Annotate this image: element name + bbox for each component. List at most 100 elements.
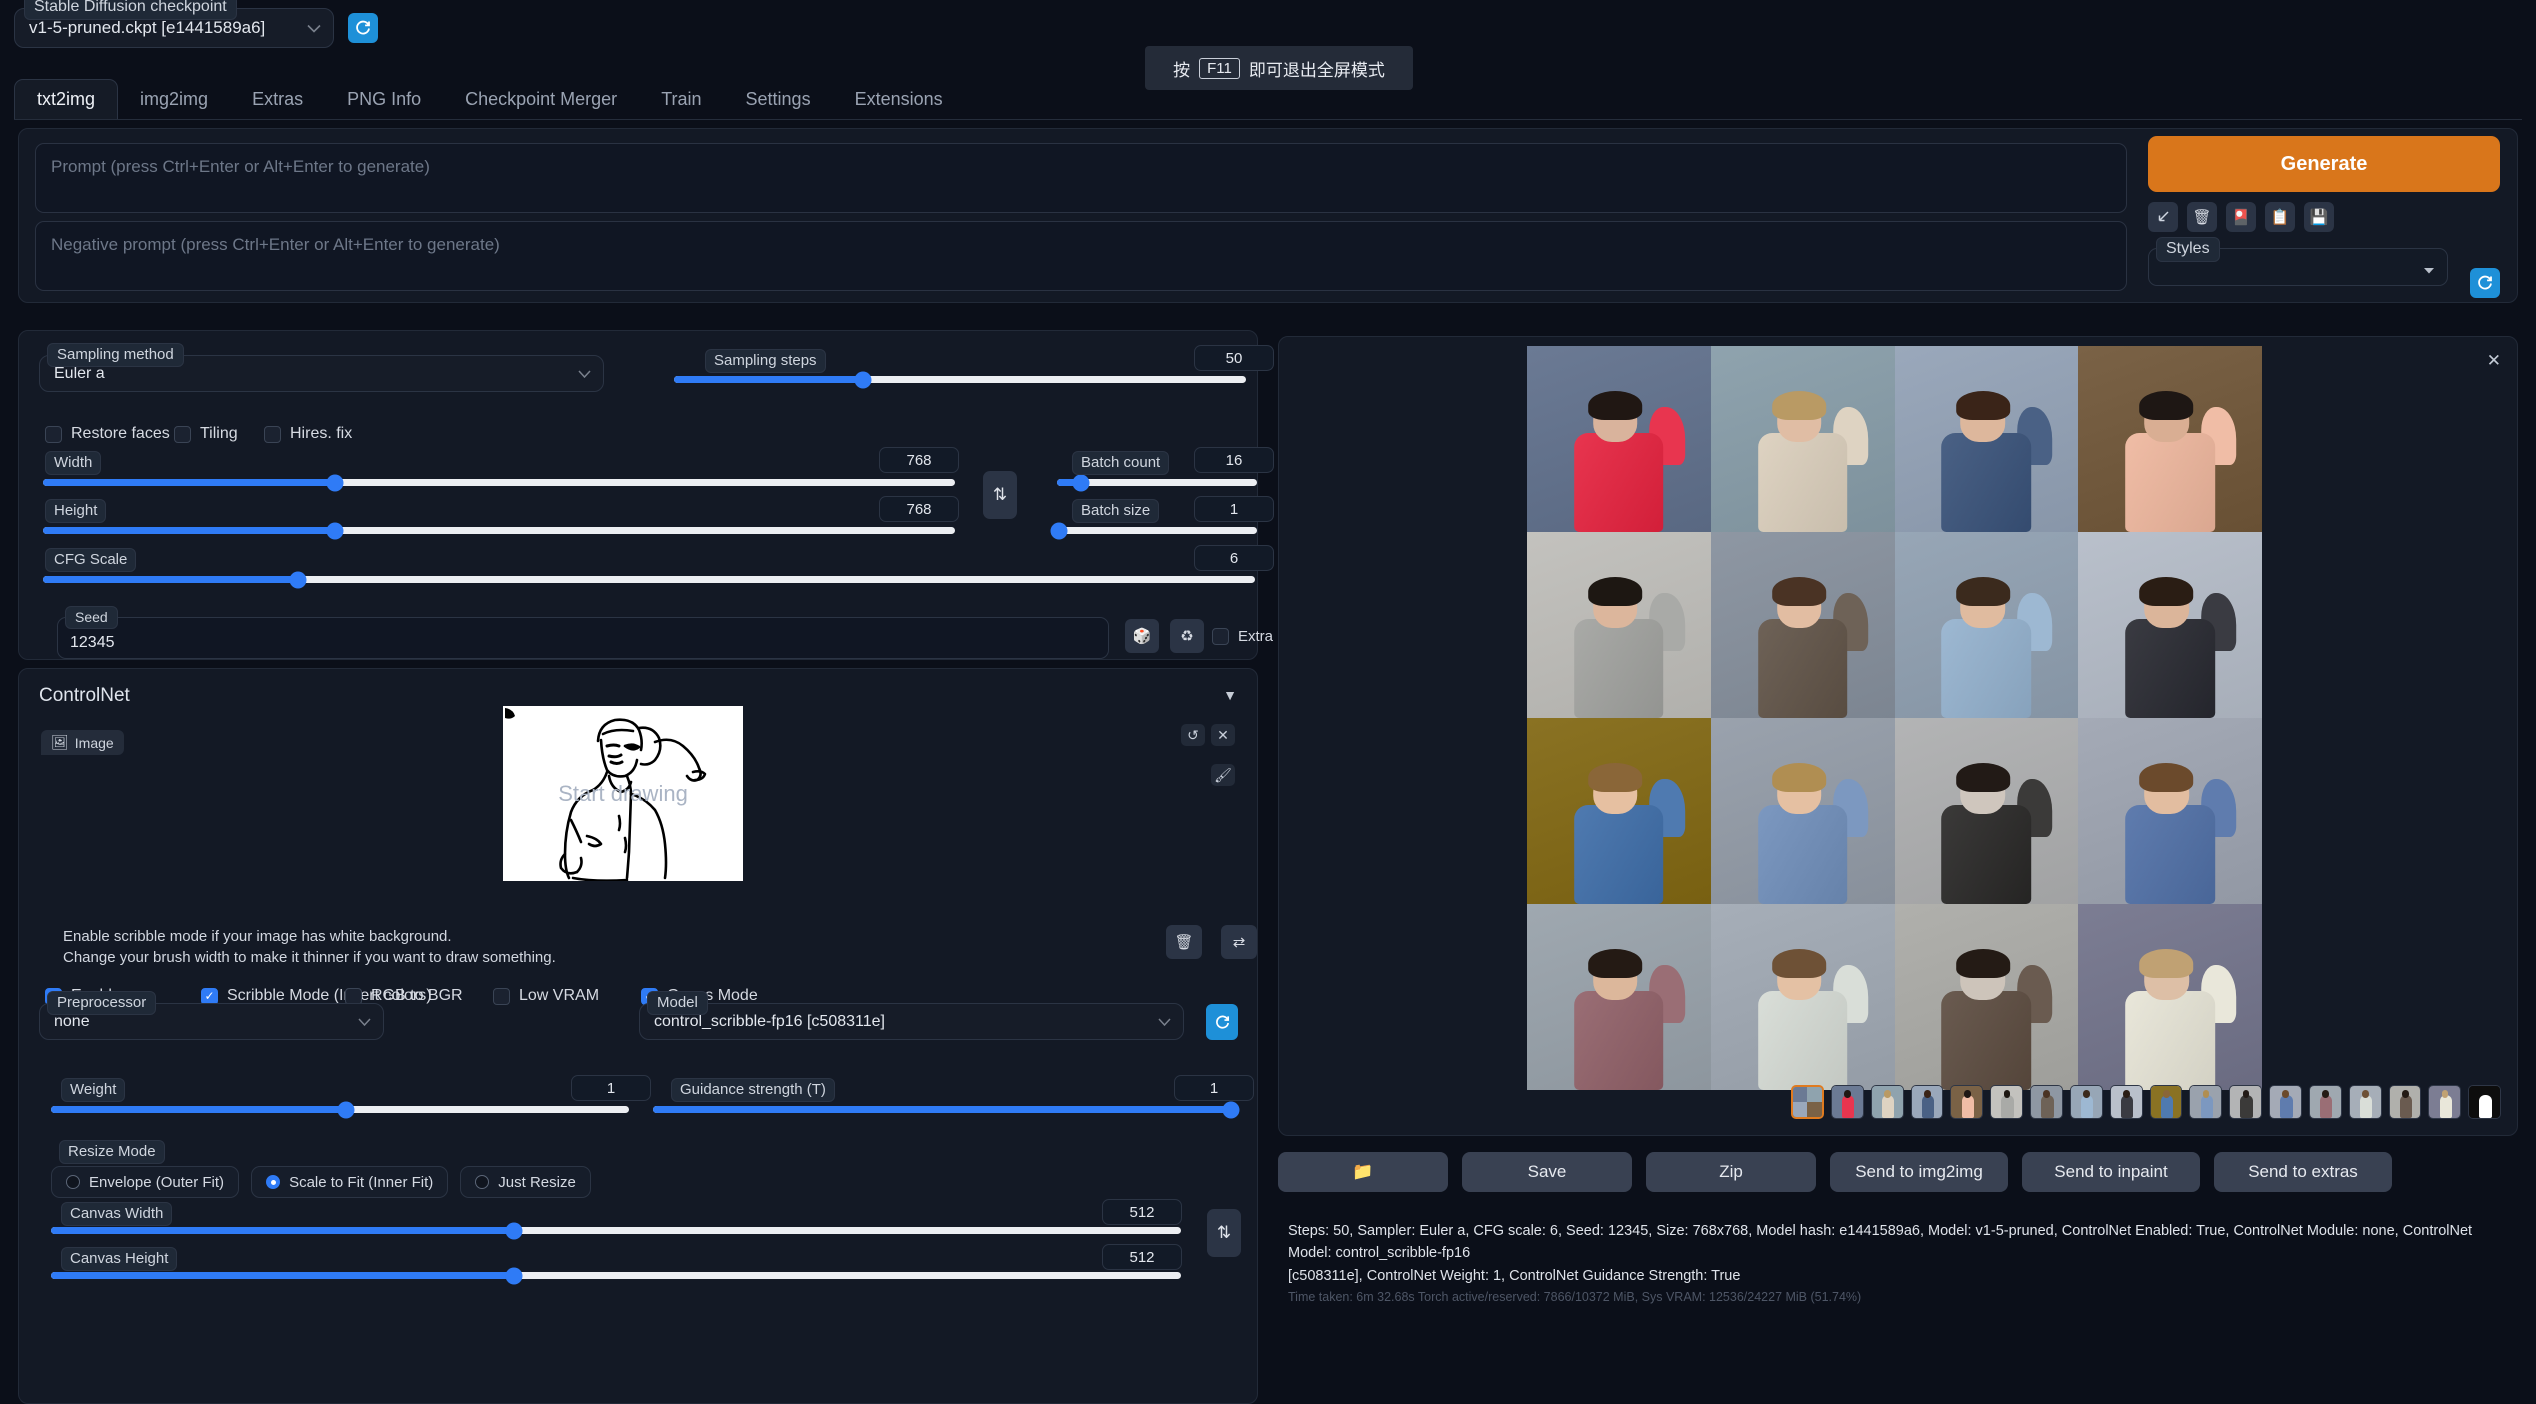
generate-button[interactable]: Generate bbox=[2148, 136, 2500, 192]
gallery-image-2[interactable] bbox=[1711, 346, 1895, 532]
swap-dimensions-button[interactable]: ⇅ bbox=[983, 471, 1017, 519]
width-slider[interactable] bbox=[43, 479, 955, 486]
canvas-width-value[interactable]: 512 bbox=[1102, 1199, 1182, 1225]
thumbnail-4[interactable] bbox=[1950, 1085, 1983, 1119]
thumbnail-scribble[interactable] bbox=[2468, 1085, 2501, 1119]
guidance-strength-slider[interactable] bbox=[653, 1106, 1231, 1113]
negative-prompt-input[interactable]: Negative prompt (press Ctrl+Enter or Alt… bbox=[35, 221, 2127, 291]
transfer-icon[interactable]: ⇄ bbox=[1221, 925, 1257, 959]
camera-icon[interactable]: 🗑 bbox=[1166, 925, 1202, 959]
dice-icon[interactable]: 🎲 bbox=[1125, 619, 1159, 653]
thumbnail-16[interactable] bbox=[2428, 1085, 2461, 1119]
seed-extra-checkbox[interactable]: Extra bbox=[1212, 628, 1273, 645]
controlnet-image-tab[interactable]: 🖼 Image bbox=[41, 730, 124, 755]
tiling-checkbox[interactable]: Tiling bbox=[174, 425, 238, 443]
trash-icon[interactable]: 🗑 bbox=[2187, 202, 2217, 232]
gallery-image-3[interactable] bbox=[1895, 346, 2079, 532]
tab-extensions[interactable]: Extensions bbox=[833, 80, 965, 120]
gallery-image-11[interactable] bbox=[1895, 718, 2079, 904]
gallery-image-15[interactable] bbox=[1895, 904, 2079, 1090]
zip-button[interactable]: Zip bbox=[1646, 1152, 1816, 1192]
arrow-down-left-icon[interactable] bbox=[2148, 202, 2178, 232]
canvas-height-value[interactable]: 512 bbox=[1102, 1244, 1182, 1270]
triangle-down-icon[interactable]: ▼ bbox=[1223, 687, 1237, 703]
batch-size-value[interactable]: 1 bbox=[1194, 496, 1274, 522]
thumbnail-1[interactable] bbox=[1831, 1085, 1864, 1119]
thumbnail-9[interactable] bbox=[2150, 1085, 2183, 1119]
close-icon[interactable]: ✕ bbox=[2487, 351, 2501, 371]
guidance-strength-value[interactable]: 1 bbox=[1174, 1075, 1254, 1101]
canvas-width-slider[interactable] bbox=[51, 1227, 1181, 1234]
batch-count-value[interactable]: 16 bbox=[1194, 447, 1274, 473]
close-icon[interactable]: ✕ bbox=[1211, 724, 1235, 746]
gallery-image-5[interactable] bbox=[1527, 532, 1711, 718]
thumbnail-2[interactable] bbox=[1871, 1085, 1904, 1119]
thumbnail-7[interactable] bbox=[2070, 1085, 2103, 1119]
seed-input[interactable]: 12345 bbox=[57, 617, 1109, 659]
gallery-image-16[interactable] bbox=[2078, 904, 2262, 1090]
gallery-image-12[interactable] bbox=[2078, 718, 2262, 904]
restore-faces-checkbox[interactable]: Restore faces bbox=[45, 425, 170, 443]
tab-img2img[interactable]: img2img bbox=[118, 80, 230, 120]
styles-refresh-button[interactable] bbox=[2470, 268, 2500, 298]
send-to-inpaint-button[interactable]: Send to inpaint bbox=[2022, 1152, 2200, 1192]
checkpoint-refresh-button[interactable] bbox=[348, 13, 378, 43]
thumbnail-13[interactable] bbox=[2309, 1085, 2342, 1119]
batch-count-slider[interactable] bbox=[1057, 479, 1257, 486]
canvas-height-slider[interactable] bbox=[51, 1272, 1181, 1279]
thumbnail-grid-selected[interactable] bbox=[1791, 1085, 1824, 1119]
height-slider[interactable] bbox=[43, 527, 955, 534]
floppy-disk-icon[interactable]: 💾 bbox=[2304, 202, 2334, 232]
thumbnail-10[interactable] bbox=[2189, 1085, 2222, 1119]
gallery-image-10[interactable] bbox=[1711, 718, 1895, 904]
resize-mode-just-resize[interactable]: Just Resize bbox=[460, 1166, 591, 1198]
recycle-icon[interactable]: ♻ bbox=[1170, 619, 1204, 653]
thumbnail-5[interactable] bbox=[1990, 1085, 2023, 1119]
tab-checkpoint-merger[interactable]: Checkpoint Merger bbox=[443, 80, 639, 120]
tab-extras[interactable]: Extras bbox=[230, 80, 325, 120]
gallery-image-4[interactable] bbox=[2078, 346, 2262, 532]
gallery-image-8[interactable] bbox=[2078, 532, 2262, 718]
paintbrush-icon[interactable]: 🎴 bbox=[2226, 202, 2256, 232]
tab-txt2img[interactable]: txt2img bbox=[14, 79, 118, 120]
cfg-scale-value[interactable]: 6 bbox=[1194, 545, 1274, 571]
gallery-image-7[interactable] bbox=[1895, 532, 2079, 718]
thumbnail-3[interactable] bbox=[1911, 1085, 1944, 1119]
hires-fix-checkbox[interactable]: Hires. fix bbox=[264, 425, 352, 443]
thumbnail-11[interactable] bbox=[2229, 1085, 2262, 1119]
canvas-swap-button[interactable]: ⇅ bbox=[1207, 1209, 1241, 1257]
send-to-img2img-button[interactable]: Send to img2img bbox=[1830, 1152, 2008, 1192]
height-value[interactable]: 768 bbox=[879, 496, 959, 522]
gallery-image-13[interactable] bbox=[1527, 904, 1711, 1090]
brush-icon[interactable]: 🖌 bbox=[1211, 764, 1235, 786]
tab-png-info[interactable]: PNG Info bbox=[325, 80, 443, 120]
sampling-steps-value[interactable]: 50 bbox=[1194, 345, 1274, 371]
send-to-extras-button[interactable]: Send to extras bbox=[2214, 1152, 2392, 1192]
clipboard-icon[interactable]: 📋 bbox=[2265, 202, 2295, 232]
gallery-image-1[interactable] bbox=[1527, 346, 1711, 532]
tab-settings[interactable]: Settings bbox=[724, 80, 833, 120]
save-button[interactable]: Save bbox=[1462, 1152, 1632, 1192]
batch-size-slider[interactable] bbox=[1057, 527, 1257, 534]
gallery-image-9[interactable] bbox=[1527, 718, 1711, 904]
resize-mode-scale-to-fit-inner-fit-[interactable]: Scale to Fit (Inner Fit) bbox=[251, 1166, 448, 1198]
thumbnail-15[interactable] bbox=[2389, 1085, 2422, 1119]
gallery-image-14[interactable] bbox=[1711, 904, 1895, 1090]
thumbnail-6[interactable] bbox=[2030, 1085, 2063, 1119]
resize-mode-envelope-outer-fit-[interactable]: Envelope (Outer Fit) bbox=[51, 1166, 239, 1198]
weight-value[interactable]: 1 bbox=[571, 1075, 651, 1101]
weight-slider[interactable] bbox=[51, 1106, 629, 1113]
open-folder-button[interactable]: 📁 bbox=[1278, 1152, 1448, 1192]
sampling-steps-slider[interactable] bbox=[674, 376, 1246, 383]
controlnet-model-refresh-button[interactable] bbox=[1206, 1004, 1238, 1040]
gallery-image-6[interactable] bbox=[1711, 532, 1895, 718]
undo-icon[interactable]: ↺ bbox=[1181, 724, 1205, 746]
controlnet-scribble-canvas[interactable]: Start drawing bbox=[503, 706, 743, 881]
controlnet-model-select[interactable]: control_scribble-fp16 [c508311e] bbox=[639, 1003, 1184, 1040]
tab-train[interactable]: Train bbox=[639, 80, 723, 120]
thumbnail-12[interactable] bbox=[2269, 1085, 2302, 1119]
controlnet-checkbox-low-vram[interactable]: Low VRAM bbox=[493, 987, 599, 1005]
width-value[interactable]: 768 bbox=[879, 447, 959, 473]
cfg-scale-slider[interactable] bbox=[43, 576, 1255, 583]
thumbnail-8[interactable] bbox=[2110, 1085, 2143, 1119]
